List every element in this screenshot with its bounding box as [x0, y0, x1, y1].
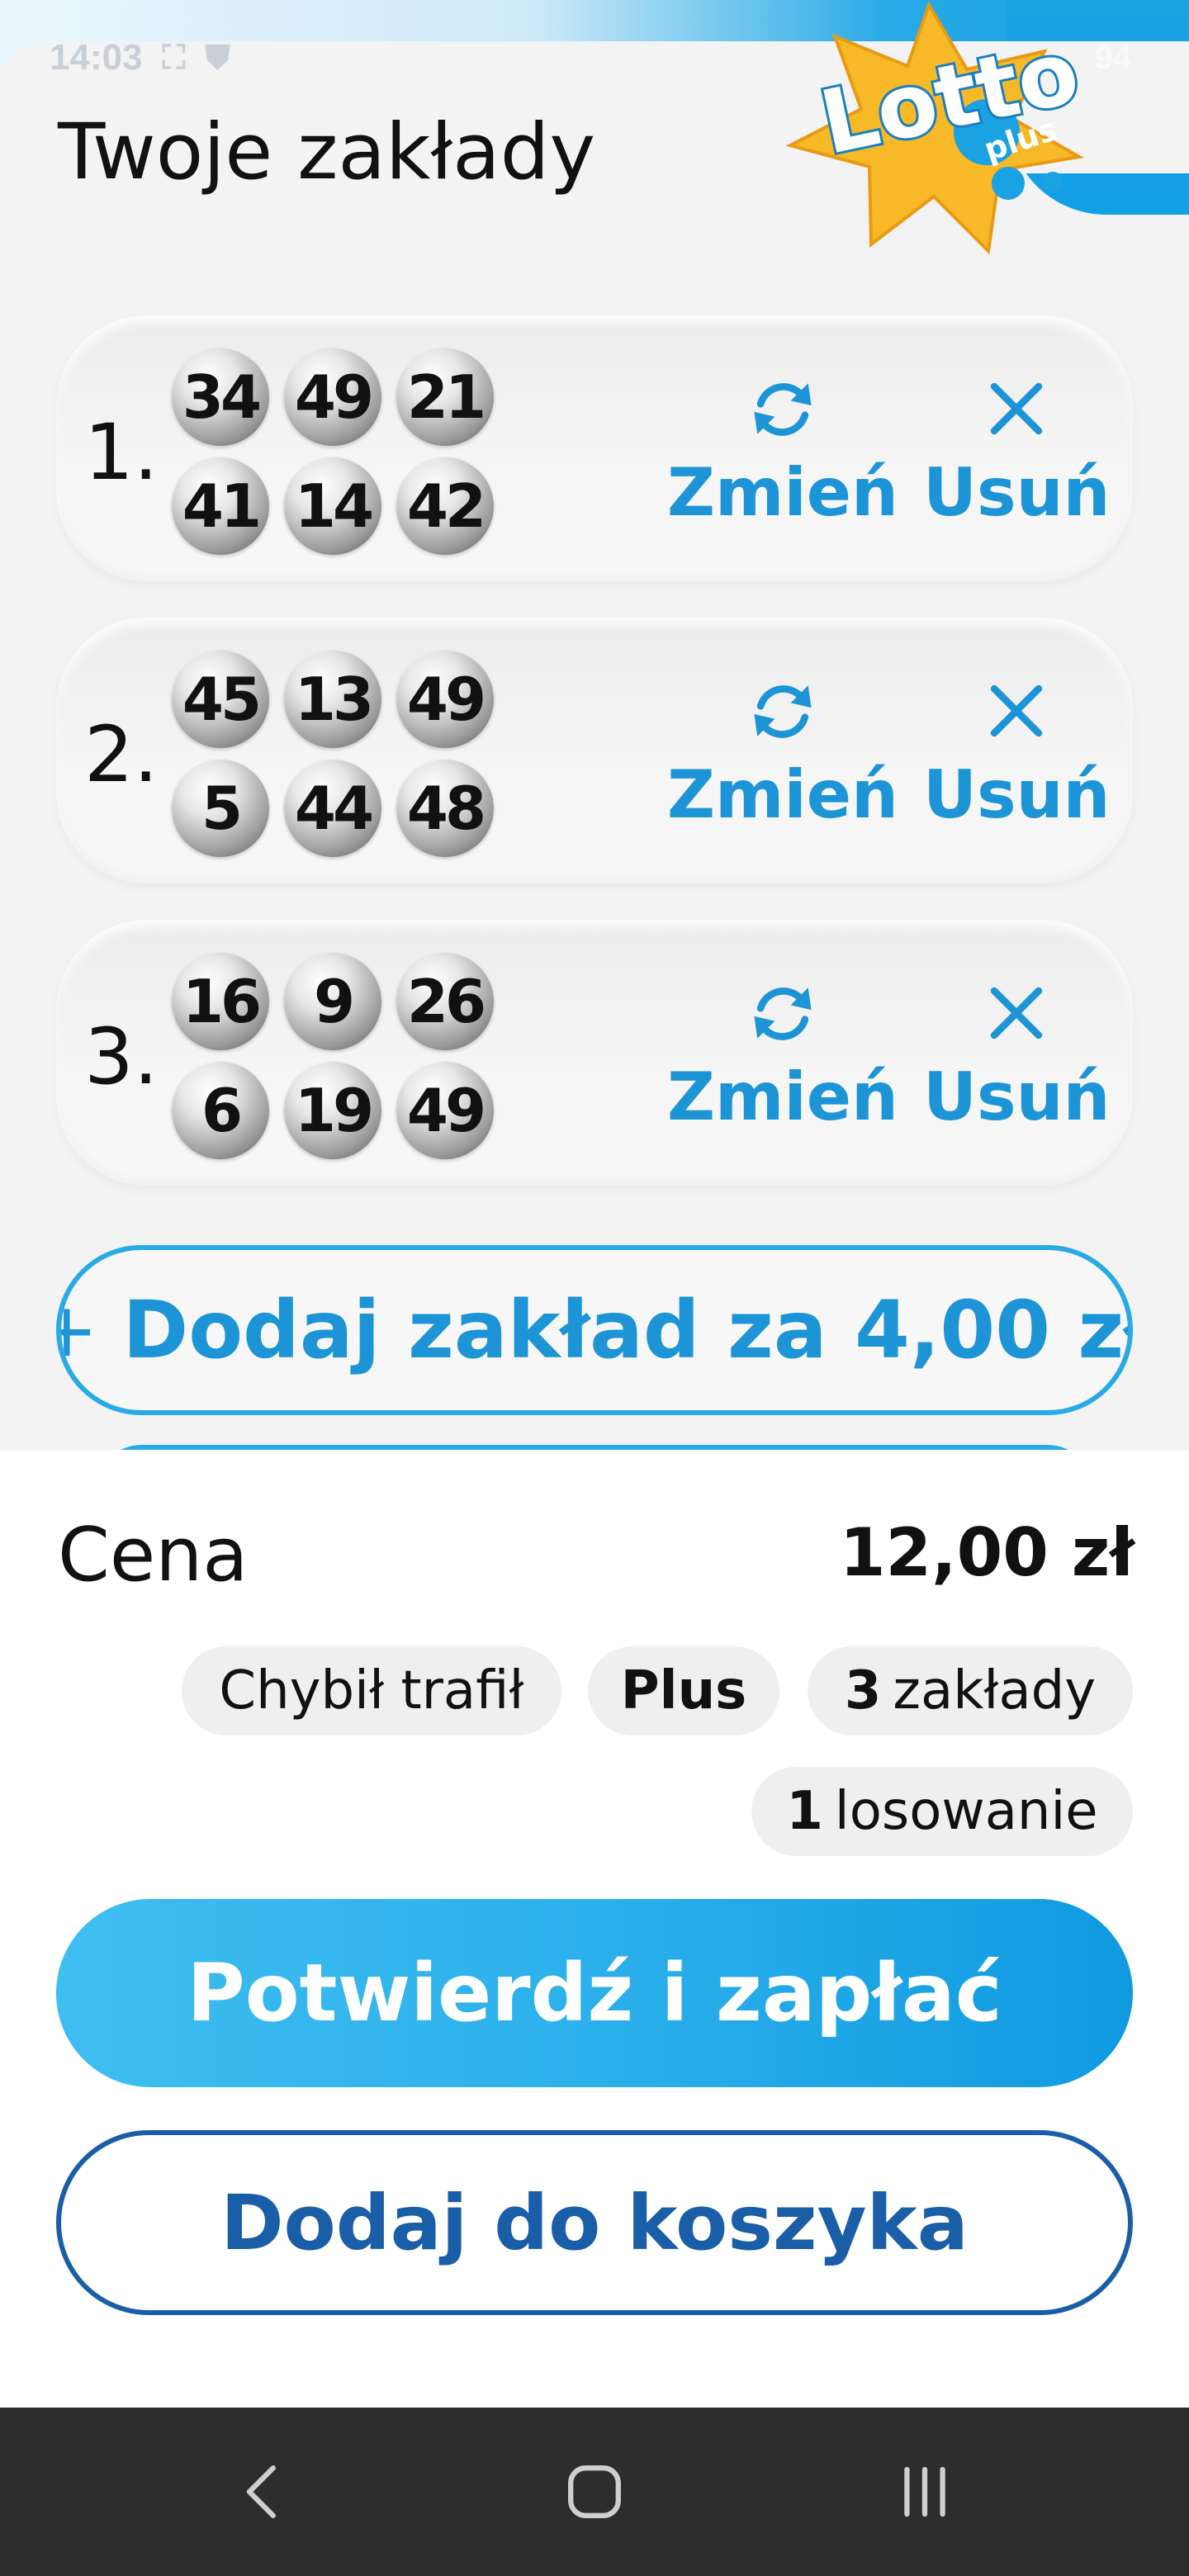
nav-back-button[interactable]	[198, 2442, 330, 2541]
change-bet-button[interactable]: Zmień	[667, 363, 898, 531]
lotto-ball: 45	[172, 651, 269, 748]
refresh-icon	[743, 665, 822, 756]
nav-home-button[interactable]	[528, 2442, 661, 2541]
change-label: Zmień	[667, 756, 898, 833]
bet-numbers: 16 9 26 6 19 49	[172, 953, 494, 1159]
lotto-ball: 49	[284, 348, 381, 446]
remove-bet-button[interactable]: Usuń	[923, 968, 1110, 1135]
page-title: Twoje zakłady	[58, 107, 596, 197]
bet-numbers: 34 49 21 41 14 42	[172, 348, 494, 555]
remove-label: Usuń	[923, 1058, 1111, 1135]
lotto-ball: 21	[396, 348, 494, 446]
price-label: Cena	[58, 1512, 249, 1598]
nav-recents-button[interactable]	[859, 2442, 991, 2541]
lotto-ball: 13	[284, 651, 381, 748]
lotto-ball: 6	[172, 1062, 269, 1159]
bet-card: 1. 34 49 21 41 14 42 Zmień Usuń	[56, 315, 1133, 581]
bet-index: 1.	[84, 408, 159, 498]
change-bet-button[interactable]: Zmień	[667, 665, 898, 833]
draws-count-chip: 1 losowanie	[751, 1767, 1133, 1856]
summary-sheet: Cena 12,00 zł Chybił trafił Plus 3 zakła…	[0, 1450, 1189, 2408]
bet-index: 3.	[84, 1012, 159, 1102]
lotto-ball: 9	[284, 953, 381, 1050]
confirm-and-pay-button[interactable]: Potwierdź i zapłać	[56, 1899, 1133, 2087]
lotto-ball: 49	[396, 651, 494, 748]
bet-index: 2.	[84, 710, 159, 800]
change-bet-button[interactable]: Zmień	[667, 968, 898, 1135]
lotto-ball: 48	[396, 760, 494, 857]
lotto-ball: 16	[172, 953, 269, 1050]
bet-card: 3. 16 9 26 6 19 49 Zmień Usuń	[56, 920, 1133, 1186]
change-label: Zmień	[667, 454, 898, 531]
draws-count: 1	[786, 1781, 823, 1842]
refresh-icon	[743, 968, 822, 1058]
bets-count-chip: 3 zakłady	[808, 1646, 1133, 1735]
home-icon	[568, 2465, 621, 2518]
recents-icon	[904, 2466, 945, 2517]
refresh-icon	[743, 363, 822, 454]
add-to-cart-button[interactable]: Dodaj do koszyka	[56, 2130, 1133, 2315]
lotto-ball: 19	[284, 1062, 381, 1159]
plus-icon: +	[61, 1287, 98, 1374]
close-icon	[977, 968, 1056, 1058]
lotto-ball: 42	[396, 457, 494, 555]
status-time: 14:03	[50, 37, 143, 78]
price-value: 12,00 zł	[839, 1514, 1135, 1591]
shield-icon: ⛊	[205, 39, 230, 76]
lotto-ball: 14	[284, 457, 381, 555]
lotto-ball: 44	[284, 760, 381, 857]
bet-numbers: 45 13 49 5 44 48	[172, 651, 494, 857]
quick-pick-chip: Chybił trafił	[182, 1646, 561, 1735]
change-label: Zmień	[667, 1058, 898, 1135]
draws-word: losowanie	[834, 1781, 1098, 1842]
remove-bet-button[interactable]: Usuń	[923, 665, 1110, 833]
plus-chip: Plus	[588, 1646, 779, 1735]
bets-count: 3	[844, 1660, 882, 1721]
bet-card: 2. 45 13 49 5 44 48 Zmień Usuń	[56, 618, 1133, 883]
lotto-ball: 49	[396, 1062, 494, 1159]
lotto-plus-logo: Lotto plus	[772, 0, 1135, 264]
bets-word: zakłady	[893, 1660, 1097, 1721]
remove-label: Usuń	[923, 756, 1111, 833]
system-navigation-bar	[0, 2408, 1189, 2576]
status-bar: 14:03 ⛶ ⛊	[50, 33, 230, 83]
close-icon	[977, 665, 1056, 756]
back-icon	[246, 2465, 276, 2518]
remove-label: Usuń	[923, 454, 1111, 531]
add-bet-button[interactable]: + Dodaj zakład za 4,00 zł	[56, 1245, 1133, 1415]
add-bet-label: Dodaj zakład za 4,00 zł	[122, 1284, 1133, 1376]
lotto-ball: 26	[396, 953, 494, 1050]
lotto-ball: 5	[172, 760, 269, 857]
quick-pick-label: Chybił trafił	[219, 1660, 524, 1721]
screenshot-icon: ⛶	[162, 39, 186, 76]
close-icon	[977, 363, 1056, 454]
lotto-ball: 41	[172, 457, 269, 555]
remove-bet-button[interactable]: Usuń	[923, 363, 1110, 531]
lotto-ball: 34	[172, 348, 269, 446]
plus-label: Plus	[620, 1660, 747, 1721]
